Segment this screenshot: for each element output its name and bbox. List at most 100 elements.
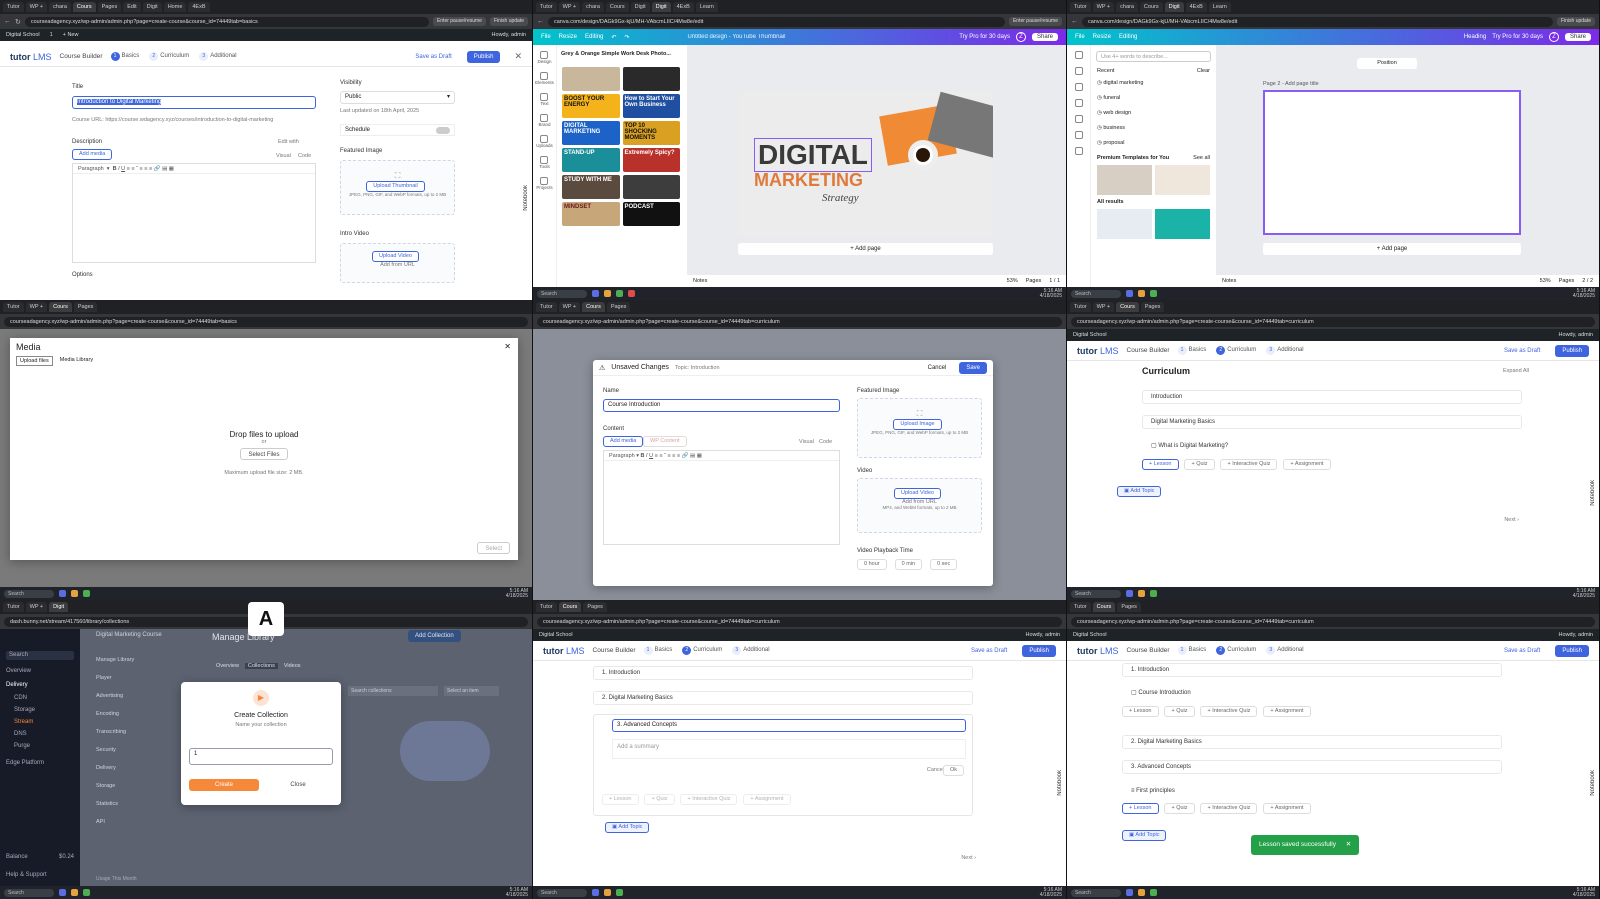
topic-2[interactable]: 2. Digital Marketing Basics: [1122, 735, 1502, 749]
template-thumb[interactable]: TOP 10 SHOCKING MOMENTS: [622, 121, 680, 145]
app-icon[interactable]: [616, 889, 623, 896]
notebook-tab[interactable]: Notebook: [1590, 480, 1596, 506]
template-search-input[interactable]: Use 4+ words to describe...: [1096, 51, 1211, 62]
browser-tab[interactable]: chara: [1116, 2, 1138, 12]
template-thumb[interactable]: MINDSET: [562, 202, 620, 226]
browser-tab[interactable]: Digit: [142, 2, 162, 12]
select-files-button[interactable]: Select Files: [240, 448, 288, 460]
subnav-storage[interactable]: Storage: [96, 777, 134, 795]
tab-media-library[interactable]: Media Library: [57, 356, 96, 366]
add-interactive-quiz-button[interactable]: + Interactive Quiz: [1220, 459, 1278, 470]
template-thumb[interactable]: How to Start Your Own Business: [622, 94, 680, 118]
notebook-tab[interactable]: Notebook: [1057, 770, 1063, 796]
close-icon[interactable]: ✕: [504, 342, 511, 351]
wp-site-link[interactable]: Digital School: [1073, 329, 1107, 341]
elements-icon[interactable]: [1074, 67, 1083, 75]
add-interactive-quiz-button[interactable]: + Interactive Quiz: [1200, 803, 1258, 814]
close-icon[interactable]: ✕: [514, 51, 522, 62]
zoom-level[interactable]: 53%: [1007, 275, 1018, 287]
browser-tab-active[interactable]: Cours: [1092, 602, 1116, 612]
browser-tab[interactable]: WP +: [558, 2, 581, 12]
description-editor[interactable]: Paragraph ▾ B I U ≡ ≡ “ ≡ ≡ ≡ 🔗 ▤ ▦: [72, 163, 316, 263]
share-button[interactable]: Share: [1031, 33, 1058, 41]
template-thumb[interactable]: [1155, 165, 1210, 195]
menu-file[interactable]: File: [541, 34, 551, 40]
browser-tab[interactable]: Learn: [1208, 2, 1231, 12]
topic-introduction[interactable]: Introduction: [1142, 390, 1522, 404]
code-tab[interactable]: Code: [298, 153, 311, 159]
code-tab[interactable]: Code: [819, 439, 832, 445]
clear-link[interactable]: Clear: [1197, 68, 1210, 74]
undo-icon[interactable]: ↶: [611, 34, 616, 41]
close-icon[interactable]: ✕: [1346, 841, 1351, 848]
add-media-button[interactable]: Add media: [603, 436, 644, 447]
step-basics[interactable]: 1 Basics: [1177, 346, 1206, 355]
browser-tab[interactable]: Home: [163, 2, 187, 12]
avatar[interactable]: Z: [1015, 32, 1026, 42]
template-thumb[interactable]: PODCAST: [622, 202, 680, 226]
app-icon[interactable]: [616, 290, 623, 297]
recent-item[interactable]: ◷ web design: [1097, 106, 1210, 121]
browser-tab[interactable]: WP +: [25, 302, 48, 312]
subnav-api[interactable]: API: [96, 813, 134, 831]
ok-button[interactable]: Ok: [942, 765, 964, 776]
nav-overview[interactable]: Overview: [6, 668, 74, 674]
wp-howdy[interactable]: Howdy, admin: [1559, 329, 1593, 341]
wp-howdy[interactable]: Howdy, admin: [1026, 629, 1060, 641]
browser-tab[interactable]: Tutor: [3, 2, 24, 12]
topic-1[interactable]: 1. Introduction: [593, 666, 973, 680]
browser-tab[interactable]: Cours: [605, 2, 629, 12]
url-field[interactable]: courseadagency.xyz/wp-admin/admin.php?pa…: [4, 316, 528, 327]
reload-icon[interactable]: ↻: [15, 18, 21, 26]
schedule-toggle[interactable]: [436, 127, 450, 134]
title-input[interactable]: Introduction to Digital Marketing: [72, 96, 316, 109]
save-draft-button[interactable]: Save as Draft: [1497, 645, 1547, 657]
browser-tab-active[interactable]: Digit: [49, 602, 69, 612]
app-icon[interactable]: [59, 889, 66, 896]
browser-tab[interactable]: Pages: [73, 302, 98, 312]
brand-icon[interactable]: [1074, 99, 1083, 107]
app-icon[interactable]: [1126, 889, 1133, 896]
add-interactive-quiz-button[interactable]: + Interactive Quiz: [680, 794, 738, 805]
topic-1[interactable]: 1. Introduction: [1122, 663, 1502, 677]
nav-stream[interactable]: Stream: [14, 716, 74, 728]
add-quiz-button[interactable]: + Quiz: [1164, 803, 1195, 814]
app-icon[interactable]: [71, 889, 78, 896]
browser-tab[interactable]: Tutor: [3, 602, 24, 612]
taskbar-search[interactable]: Search: [1071, 888, 1121, 897]
create-button[interactable]: Create: [189, 779, 259, 791]
expand-all-link[interactable]: Expand All: [1503, 368, 1529, 374]
browser-tab[interactable]: Tutor: [1070, 602, 1091, 612]
notebook-tab[interactable]: Notebook: [1590, 770, 1596, 796]
publish-button[interactable]: Publish: [466, 50, 501, 63]
step-curriculum[interactable]: 2 Curriculum: [1216, 646, 1256, 655]
wp-new-link[interactable]: + New: [63, 29, 79, 41]
add-topic-button[interactable]: ▣ Add Topic: [1122, 830, 1167, 841]
step-basics[interactable]: 1 Basics: [643, 646, 672, 655]
browser-tab[interactable]: chara: [582, 2, 604, 12]
browser-tab-active[interactable]: Cours: [1116, 302, 1139, 312]
lesson-item[interactable]: ≡ First principles: [1122, 784, 1502, 798]
browser-tab[interactable]: chara: [49, 2, 71, 12]
step-additional[interactable]: 3 Additional: [1266, 346, 1304, 355]
browser-tab[interactable]: WP +: [1092, 302, 1115, 312]
step-curriculum[interactable]: 2 Curriculum: [1216, 346, 1256, 355]
browser-tab[interactable]: Pages: [97, 2, 122, 12]
add-media-button[interactable]: Add media: [72, 149, 113, 160]
add-quiz-button[interactable]: + Quiz: [1164, 706, 1195, 717]
pages-button[interactable]: Pages: [1026, 275, 1042, 287]
menu-resize[interactable]: Resize: [559, 34, 577, 40]
taskbar-search[interactable]: Search: [4, 888, 54, 897]
add-assignment-button[interactable]: + Assignment: [1263, 706, 1311, 717]
app-icon[interactable]: [592, 290, 599, 297]
subnav-delivery[interactable]: Delivery: [96, 759, 134, 777]
app-icon[interactable]: [1126, 590, 1133, 597]
browser-tab[interactable]: Tutor: [536, 302, 557, 312]
browser-tab-active[interactable]: Digit: [651, 2, 671, 12]
template-thumb[interactable]: [622, 175, 680, 199]
select-button[interactable]: Select: [477, 542, 510, 554]
taskbar-search[interactable]: Search: [1071, 289, 1121, 298]
lesson-item[interactable]: ▢ What is Digital Marketing?: [1142, 439, 1522, 453]
template-thumb[interactable]: Extremely Spicy?: [622, 148, 680, 172]
lesson-name-input[interactable]: Course Introduction: [603, 399, 840, 412]
